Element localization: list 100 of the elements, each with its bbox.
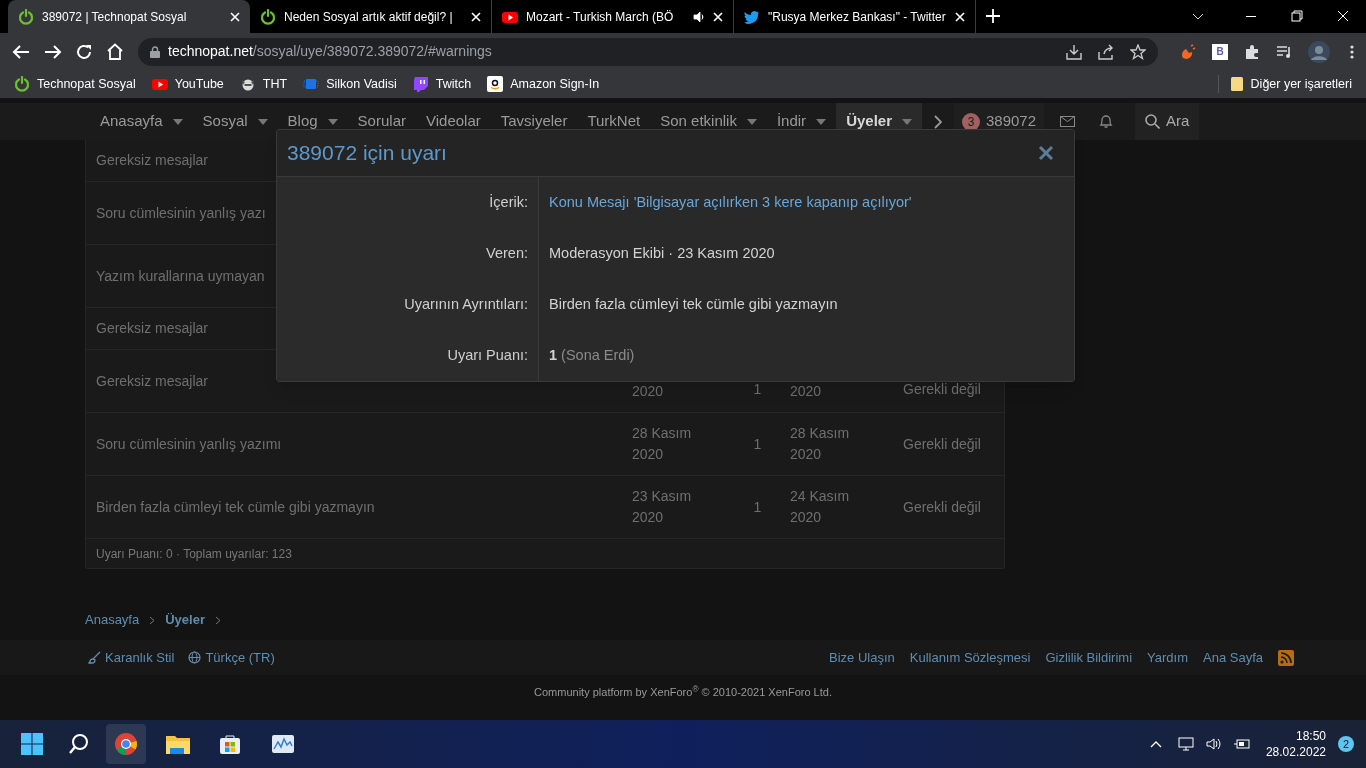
chevron-right-icon[interactable] (934, 114, 942, 129)
breadcrumb-link[interactable]: Anasayfa (85, 610, 140, 630)
battery-icon[interactable] (1233, 738, 1250, 750)
dialog-title: 389072 için uyarı (287, 140, 447, 167)
table-cell-text: 28 Kasım 2020 (632, 424, 693, 464)
table-cell-text: Gereksiz mesajlar (96, 151, 209, 170)
reload-icon[interactable] (76, 43, 92, 60)
footer-link[interactable]: Gizlilik Bildirimi (1045, 647, 1133, 668)
playlist-icon[interactable] (1276, 44, 1292, 59)
folder-label: Diğer yer işaretleri (1250, 75, 1352, 93)
chevron-up-icon[interactable] (1149, 740, 1162, 748)
table-cell-text: 1 (753, 380, 762, 399)
power-icon (14, 76, 30, 92)
home-icon[interactable] (106, 43, 124, 60)
breadcrumb-link[interactable]: Üyeler (165, 610, 205, 630)
mail-icon[interactable] (1060, 116, 1076, 127)
search-icon[interactable] (68, 733, 90, 755)
windows-icon[interactable] (20, 732, 44, 756)
content-link[interactable]: Konu Mesajı 'Bilgisayar açılırken 3 kere kapanıp açılıyor' (549, 191, 912, 214)
caret-icon (746, 118, 757, 125)
bird-icon (744, 8, 760, 25)
monitor-chart-icon[interactable] (271, 734, 295, 754)
footer-link[interactable]: Ana Sayfa (1203, 647, 1263, 668)
bookmark[interactable]: Technopat Sosyal (14, 74, 136, 94)
power-icon (260, 8, 276, 25)
table-cell-text: 23 Kasım 2020 (632, 487, 693, 527)
field-value: Birden fazla cümleyi tek cümle gibi yazmayın (549, 294, 838, 314)
bookmark[interactable]: YouTube (151, 74, 224, 94)
volume-icon[interactable] (1205, 737, 1222, 751)
network-icon[interactable] (1177, 737, 1194, 751)
bookmark-folder[interactable]: Diğer yer işaretleri (1217, 74, 1352, 94)
download-icon[interactable] (1066, 43, 1082, 60)
table-cell-text: 24 Kasım 2020 (790, 487, 851, 527)
forward-icon[interactable] (44, 43, 62, 60)
puzzle-icon[interactable] (1244, 43, 1260, 60)
caret-icon (172, 118, 183, 125)
bookmark[interactable]: Twitch (412, 74, 472, 94)
power-icon (18, 8, 34, 25)
address-bar[interactable]: technopat.net/sosyal/uye/389072.389072/#warnings (138, 37, 1158, 66)
lock-icon (150, 45, 160, 58)
footer-link[interactable]: Türkçe (TR) (188, 647, 275, 668)
nav-tab[interactable]: Anasayfa (90, 103, 193, 140)
chip-icon (303, 76, 320, 92)
share-icon[interactable] (1098, 43, 1114, 60)
bookmark[interactable]: Amazon Sign-In (487, 74, 600, 94)
clock[interactable]: 18:50 28.02.2022 (1265, 728, 1326, 760)
table-cell-text: 2020 (790, 382, 822, 401)
bookmark-label: THT (262, 75, 288, 93)
caret-icon (257, 118, 268, 125)
tab-title: Mozart - Turkish March (BÖ (526, 8, 675, 26)
table-cell-text: Soru cümlesinin yanlış yazımı (96, 434, 282, 454)
footer-link[interactable]: Bize Ulaşın (829, 647, 895, 668)
table-cell-text: Soru cümlesinin yanlış yazı (96, 203, 266, 223)
rss-icon[interactable] (1278, 649, 1294, 666)
url-text: technopat.net/sosyal/uye/389072.389072/#warnings (168, 42, 492, 61)
notification-badge[interactable]: 2 (1338, 736, 1354, 752)
search-button[interactable]: Ara (1135, 103, 1200, 140)
globe-icon (188, 651, 202, 664)
store-icon[interactable] (219, 733, 241, 755)
more-icon[interactable] (1350, 44, 1354, 59)
table-cell-text: Gerekli değil (903, 380, 981, 399)
nav-tab[interactable]: Sosyal (192, 103, 278, 140)
folder-icon (1230, 77, 1243, 91)
play-icon (151, 76, 168, 92)
field-value: Moderasyon Ekibi · 23 Kasım 2020 (549, 243, 775, 263)
table-cell-text: 1 (753, 434, 762, 454)
bookmark[interactable]: THT (239, 74, 288, 94)
brush-icon (88, 651, 101, 664)
table-cell-text: Gereksiz mesajlar (96, 371, 209, 391)
bookmark[interactable]: Silkon Vadisi (303, 74, 397, 94)
bell-icon[interactable] (1099, 114, 1114, 129)
chevron-right-icon (149, 615, 156, 625)
table-cell-text: Yazım kurallarına uymayan (96, 266, 265, 286)
new-tab-icon[interactable] (986, 9, 1000, 23)
chevron-right-icon (214, 615, 221, 625)
chevron-down-icon[interactable] (1192, 13, 1204, 20)
caret-icon (816, 118, 827, 125)
bookmark-label: Technopat Sosyal (37, 75, 136, 93)
footer-link[interactable]: Kullanım Sözleşmesi (909, 647, 1031, 668)
field-value: 1 (Sona Erdi) (549, 345, 635, 365)
nav-tab[interactable]: Son etkinlik (650, 103, 767, 140)
caret-icon (902, 118, 912, 125)
browser-tab[interactable]: 389072 | Technopat Sosyal (8, 0, 250, 33)
back-icon[interactable] (12, 43, 30, 60)
bookmark-label: Amazon Sign-In (510, 75, 600, 93)
folder-icon[interactable] (165, 733, 191, 755)
field-label: Uyarı Puanı: (447, 345, 528, 365)
field-label: İçerik: (489, 192, 528, 212)
nav-tab[interactable]: Blog (277, 103, 348, 140)
footer-link[interactable]: Karanlık Stil (88, 647, 175, 668)
field-label: Veren: (486, 243, 528, 263)
extension-button[interactable]: B (1212, 43, 1228, 60)
table-cell-text: Gerekli değil (903, 434, 981, 454)
footer-link[interactable]: Yardım (1147, 647, 1188, 668)
avatar-icon[interactable] (1308, 40, 1330, 63)
browser-icon (114, 732, 138, 756)
star-icon[interactable] (1130, 43, 1146, 60)
search-icon (1145, 114, 1161, 129)
taskbar-app[interactable] (106, 724, 146, 764)
nav-tab[interactable]: İndir (766, 103, 837, 140)
